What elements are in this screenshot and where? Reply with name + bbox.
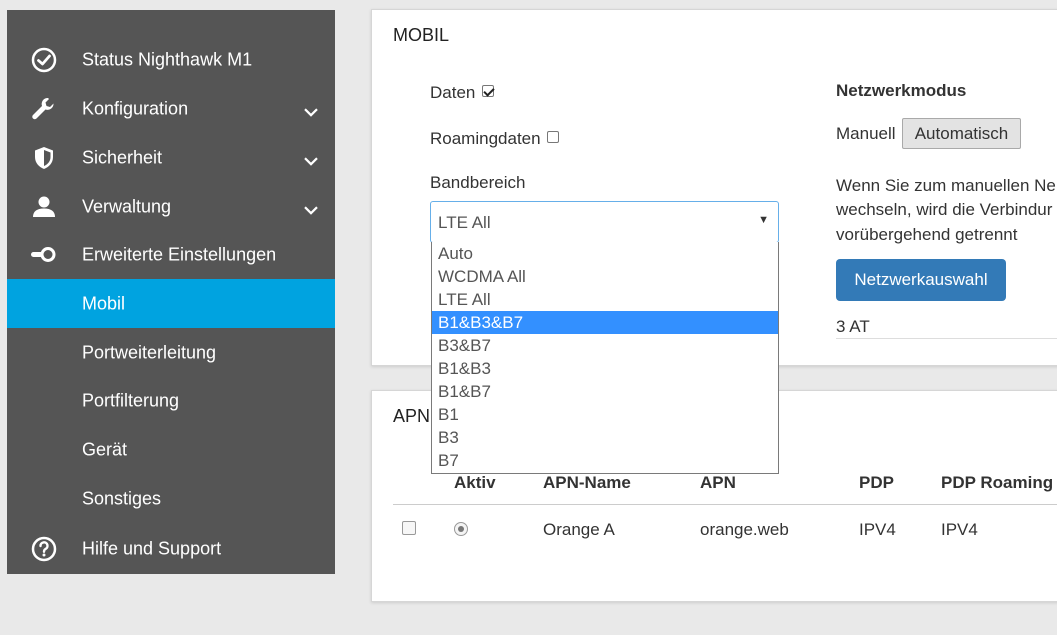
band-option[interactable]: B3&B7 — [432, 334, 778, 357]
band-option[interactable]: B7 — [432, 449, 778, 472]
info-text-line1: Wenn Sie zum manuellen Ne — [836, 176, 1056, 195]
sidebar-item-erweiterte-einstellungen[interactable]: Erweiterte Einstellungen — [7, 230, 335, 279]
sidebar-item-portfilterung[interactable]: Portfilterung — [7, 376, 335, 425]
divider — [836, 338, 1057, 339]
netzwerkauswahl-button[interactable]: Netzwerkauswahl — [836, 259, 1006, 301]
cell-pdp-roaming: IPV4 — [941, 520, 978, 539]
band-dropdown-list: Auto WCDMA All LTE All B1&B3&B7 B3&B7 B1… — [431, 242, 779, 474]
sidebar-item-label: Status Nighthawk M1 — [82, 49, 253, 69]
band-option[interactable]: B3 — [432, 426, 778, 449]
info-text-line2: wechseln, wird die Verbindur — [836, 200, 1053, 219]
sidebar-item-label: Sicherheit — [82, 147, 163, 167]
user-icon — [30, 193, 58, 221]
row-select-checkbox[interactable] — [402, 521, 416, 535]
automatisch-button[interactable]: Automatisch — [902, 118, 1021, 149]
sidebar-item-konfiguration[interactable]: Konfiguration — [7, 84, 335, 133]
check-circle-icon — [30, 46, 58, 74]
sidebar-item-mobil[interactable]: Mobil — [7, 279, 335, 328]
col-header-apn-name: APN-Name — [543, 473, 631, 492]
band-select[interactable]: LTE All ▼ — [430, 201, 779, 243]
col-header-aktiv: Aktiv — [454, 473, 496, 492]
netzwerkmodus-title: Netzwerkmodus — [836, 81, 967, 100]
sidebar-item-label: Hilfe und Support — [82, 538, 222, 558]
manuell-label: Manuell — [836, 124, 896, 143]
sidebar-item-label: Erweiterte Einstellungen — [82, 244, 277, 264]
band-option[interactable]: Auto — [432, 242, 778, 265]
row-aktiv-radio[interactable] — [454, 522, 468, 536]
band-option-highlighted[interactable]: B1&B3&B7 — [432, 311, 778, 334]
sidebar-item-sicherheit[interactable]: Sicherheit — [7, 133, 335, 182]
sidebar-item-sonstiges[interactable]: Sonstiges — [7, 474, 335, 523]
cell-pdp: IPV4 — [859, 520, 896, 539]
sidebar-item-label: Mobil — [82, 293, 126, 313]
daten-checkbox[interactable] — [482, 85, 495, 97]
help-circle-icon — [30, 535, 58, 563]
band-option[interactable]: B1&B7 — [432, 380, 778, 403]
band-option[interactable]: B1&B3 — [432, 357, 778, 380]
sidebar-item-portweiterleitung[interactable]: Portweiterleitung — [7, 328, 335, 377]
band-option[interactable]: WCDMA All — [432, 265, 778, 288]
cell-apn: orange.web — [700, 520, 789, 539]
sidebar-item-label: Portfilterung — [82, 390, 180, 410]
apn-title: APN — [393, 406, 431, 426]
sidebar-item-status[interactable]: Status Nighthawk M1 — [7, 35, 335, 84]
info-text-line3: vorübergehend getrennt — [836, 225, 1018, 244]
caret-down-icon: ▼ — [758, 214, 769, 226]
sidebar-item-label: Sonstiges — [82, 488, 162, 508]
page-title: MOBIL — [393, 25, 450, 45]
sidebar-item-label: Gerät — [82, 439, 128, 459]
chevron-down-icon[interactable] — [303, 202, 319, 218]
sidebar-nav: Status Nighthawk M1 Konfiguration Sicher… — [7, 10, 335, 574]
band-label: Bandbereich — [430, 173, 526, 192]
sidebar-item-label: Verwaltung — [82, 196, 172, 216]
sidebar-item-verwaltung[interactable]: Verwaltung — [7, 182, 335, 231]
shield-icon — [30, 144, 58, 172]
col-header-pdp: PDP — [859, 473, 894, 492]
table-header-divider — [393, 504, 1057, 505]
sidebar-item-hilfe[interactable]: Hilfe und Support — [7, 524, 335, 573]
band-option[interactable]: LTE All — [432, 288, 778, 311]
operator-name: 3 AT — [836, 317, 870, 336]
sidebar-item-geraet[interactable]: Gerät — [7, 425, 335, 474]
col-header-pdp-roaming: PDP Roaming — [941, 473, 1054, 492]
wrench-icon — [30, 95, 58, 123]
daten-label: Daten — [430, 83, 476, 102]
cell-apn-name: Orange A — [543, 520, 615, 539]
roaming-label: Roamingdaten — [430, 129, 541, 148]
sidebar-item-label: Konfiguration — [82, 98, 189, 118]
daten-row: Daten — [430, 83, 495, 103]
band-option[interactable]: B1 — [432, 403, 778, 426]
chevron-down-icon[interactable] — [303, 153, 319, 169]
col-header-apn: APN — [700, 473, 736, 492]
sidebar-item-label: Portweiterleitung — [82, 342, 217, 362]
chevron-down-icon[interactable] — [303, 104, 319, 120]
band-select-value: LTE All — [438, 213, 491, 232]
roaming-checkbox[interactable] — [547, 131, 560, 143]
key-toggle-icon — [30, 241, 58, 269]
roaming-row: Roamingdaten — [430, 129, 560, 149]
